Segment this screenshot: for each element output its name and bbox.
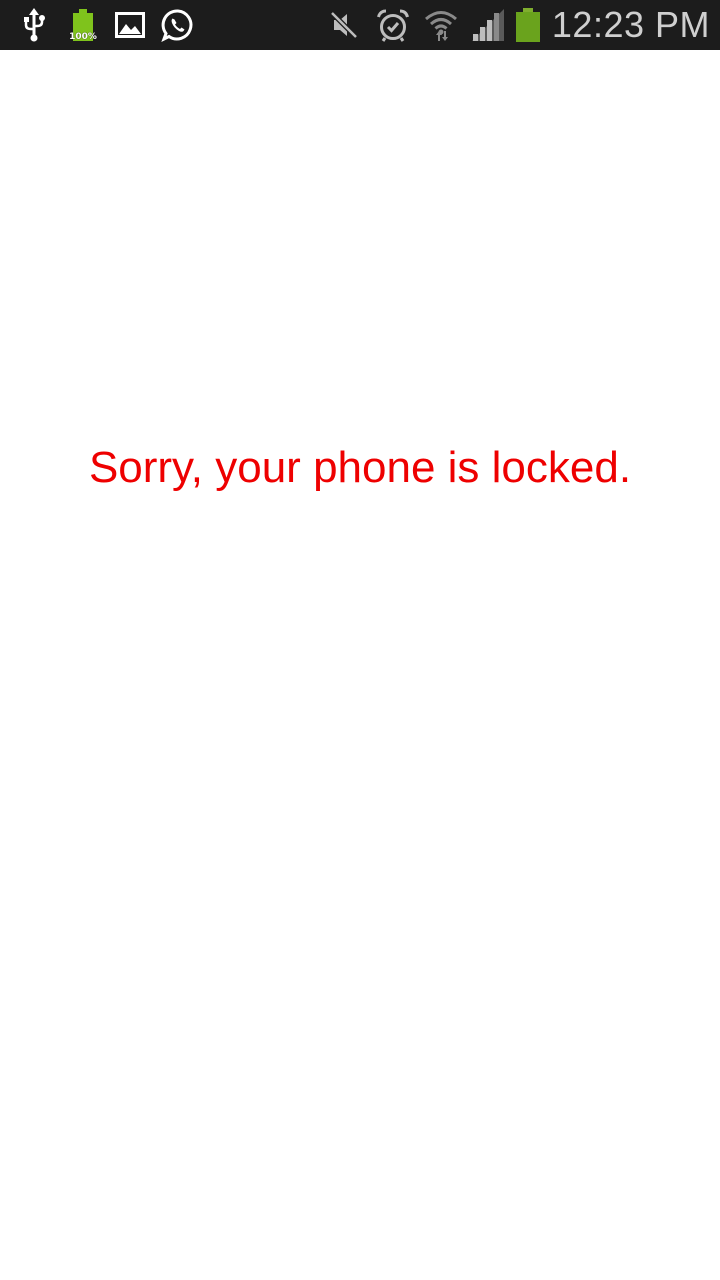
battery-full-notification-icon: 100% bbox=[66, 0, 100, 50]
wifi-icon bbox=[422, 0, 460, 50]
battery-percent-label: 100% bbox=[69, 32, 97, 42]
main-content: Sorry, your phone is locked. bbox=[0, 50, 720, 1280]
status-clock: 12:23 PM bbox=[551, 4, 710, 45]
signal-icon bbox=[470, 0, 506, 50]
battery-icon bbox=[514, 0, 542, 50]
whatsapp-icon bbox=[158, 0, 198, 50]
system-status-icons: 12:23 PM bbox=[326, 0, 720, 50]
notification-icons: 100% bbox=[0, 0, 198, 50]
mute-icon bbox=[326, 0, 362, 50]
alarm-icon bbox=[374, 0, 412, 50]
status-bar: 100% 12:23 PM bbox=[0, 0, 720, 50]
usb-icon bbox=[16, 0, 52, 50]
locked-message: Sorry, your phone is locked. bbox=[88, 443, 632, 492]
gallery-icon bbox=[112, 0, 148, 50]
